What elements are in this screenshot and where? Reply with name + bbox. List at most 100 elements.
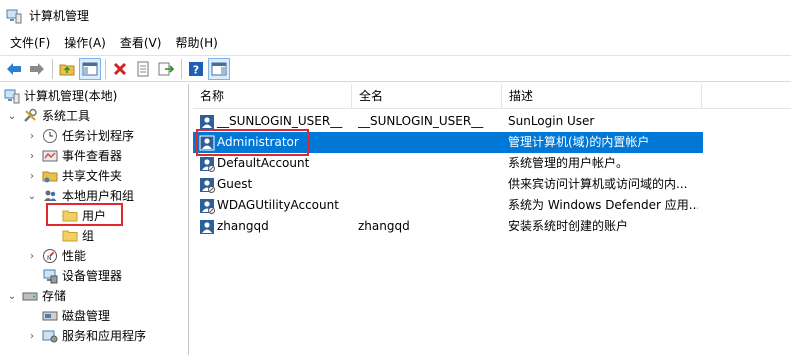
table-row[interactable]: __SUNLOGIN_USER__ __SUNLOGIN_USER__ SunL… (193, 111, 791, 132)
list-header: 名称 全名 描述 (193, 84, 791, 109)
toolbar-separator (181, 58, 182, 79)
chevron-right-icon[interactable]: › (26, 146, 38, 166)
menu-view[interactable]: 查看(V) (113, 32, 169, 54)
user-name: Guest (217, 177, 253, 191)
user-name: Administrator (217, 135, 299, 149)
table-row[interactable]: DefaultAccount 系统管理的用户帐户。 (193, 153, 791, 174)
user-fullname: __SUNLOGIN_USER__ (358, 114, 484, 128)
column-header-name[interactable]: 名称 (193, 84, 352, 109)
tree-item-event-viewer[interactable]: › 事件查看器 (26, 146, 122, 166)
tree-item-label: 存储 (42, 289, 67, 303)
chevron-down-icon[interactable]: ⌄ (6, 106, 18, 126)
tree-item-label: 共享文件夹 (62, 169, 123, 183)
up-folder-icon (59, 64, 75, 75)
user-fullname (358, 195, 498, 216)
tree-item-label: 用户 (82, 209, 107, 223)
tree-item-services-apps[interactable]: › 服务和应用程序 (26, 326, 146, 346)
user-icon (200, 198, 215, 214)
user-description: 系统管理的用户帐户。 (508, 156, 629, 170)
export-icon (158, 62, 174, 75)
tree-item-root[interactable]: 计算机管理(本地) (4, 86, 117, 106)
toolbar-separator (52, 58, 53, 79)
back-icon (7, 62, 21, 75)
user-icon (200, 114, 214, 129)
tree-item-label: 计算机管理(本地) (24, 89, 118, 103)
user-description: 安装系统时创建的账户 (508, 219, 629, 233)
menu-action[interactable]: 操作(A) (57, 32, 113, 54)
tree-item-label: 设备管理器 (62, 269, 123, 283)
properties-icon (137, 61, 149, 76)
tree-item-label: 性能 (62, 249, 87, 263)
chevron-right-icon[interactable]: › (26, 326, 38, 346)
forward-button[interactable] (26, 58, 48, 80)
user-fullname: zhangqd (358, 219, 410, 233)
chevron-right-icon[interactable]: › (26, 246, 38, 266)
menu-help[interactable]: 帮助(H) (168, 32, 224, 54)
toolbar-separator (105, 58, 106, 79)
tree-item-device-manager[interactable]: 设备管理器 (42, 266, 122, 286)
tree-item-disk-management[interactable]: 磁盘管理 (42, 306, 110, 326)
user-name: __SUNLOGIN_USER__ (217, 114, 343, 128)
table-row[interactable]: Guest 供来宾访问计算机或访问域的内... (193, 174, 791, 195)
tree-item-label: 系统工具 (42, 109, 91, 123)
services-icon (42, 328, 58, 344)
table-row[interactable]: zhangqd zhangqd 安装系统时创建的账户 (193, 216, 791, 237)
clock-icon (42, 128, 58, 144)
action-pane-button[interactable] (208, 57, 230, 80)
chevron-down-icon[interactable]: ⌄ (26, 186, 38, 206)
shared-folder-icon (42, 168, 58, 184)
tree-item-label: 事件查看器 (62, 149, 123, 163)
users-list: 名称 全名 描述 __SUNLOGIN_USER__ __SUNLOGIN_US… (193, 84, 791, 355)
tree-item-label: 任务计划程序 (62, 129, 135, 143)
user-fullname (358, 132, 498, 153)
svg-text:?: ? (193, 63, 199, 76)
tree-item-label: 本地用户和组 (62, 189, 135, 203)
tree-item-task-scheduler[interactable]: › 任务计划程序 (26, 126, 134, 146)
action-pane-icon (211, 62, 227, 75)
chevron-right-icon[interactable]: › (26, 166, 38, 186)
tree-item-groups[interactable]: 组 (62, 226, 94, 246)
user-fullname (358, 153, 498, 174)
performance-icon: N (42, 248, 58, 264)
column-header-description[interactable]: 描述 (502, 84, 702, 109)
user-fullname (358, 174, 498, 195)
column-header-fullname[interactable]: 全名 (352, 84, 502, 109)
help-icon: ? (189, 61, 203, 76)
tree-item-shared-folders[interactable]: › 共享文件夹 (26, 166, 122, 186)
chevron-right-icon[interactable]: › (26, 126, 38, 146)
menu-file[interactable]: 文件(F) (0, 32, 57, 54)
export-button[interactable] (155, 58, 177, 80)
table-row-selected[interactable]: Administrator 管理计算机(域)的内置帐户 (193, 132, 703, 153)
chevron-down-icon[interactable]: ⌄ (6, 286, 18, 306)
user-icon (199, 135, 215, 150)
back-button[interactable] (3, 58, 25, 80)
show-hide-tree-button[interactable] (79, 57, 101, 80)
up-folder-button[interactable] (56, 58, 78, 80)
user-icon (200, 219, 214, 234)
tree-item-storage[interactable]: ⌄ 存储 (6, 286, 66, 306)
folder-icon (62, 228, 78, 244)
svg-text:N: N (47, 255, 52, 262)
event-viewer-icon (42, 148, 58, 164)
help-button[interactable]: ? (185, 58, 207, 80)
toolbar: ? (0, 55, 791, 82)
properties-button[interactable] (132, 58, 154, 80)
title-bar: 计算机管理 (0, 0, 791, 32)
menu-bar: 文件(F) 操作(A) 查看(V) 帮助(H) (0, 32, 791, 54)
delete-icon (113, 62, 127, 75)
tree-item-label: 磁盘管理 (62, 309, 111, 323)
table-row[interactable]: WDAGUtilityAccount 系统为 Windows Defender … (193, 195, 791, 216)
computer-management-icon (4, 88, 20, 104)
delete-button[interactable] (109, 58, 131, 80)
tree-item-label: 服务和应用程序 (62, 329, 147, 343)
device-manager-icon (42, 268, 58, 284)
user-icon (200, 156, 215, 172)
tree-item-system-tools[interactable]: ⌄ 系统工具 (6, 106, 90, 126)
storage-icon (22, 288, 38, 304)
user-icon (200, 177, 215, 193)
user-description: SunLogin User (508, 114, 595, 128)
tree-item-performance[interactable]: › N 性能 (26, 246, 86, 266)
tree-item-local-users-groups[interactable]: ⌄ 本地用户和组 (26, 186, 134, 206)
folder-icon (62, 208, 78, 224)
tree-item-users[interactable]: 用户 (62, 206, 106, 226)
